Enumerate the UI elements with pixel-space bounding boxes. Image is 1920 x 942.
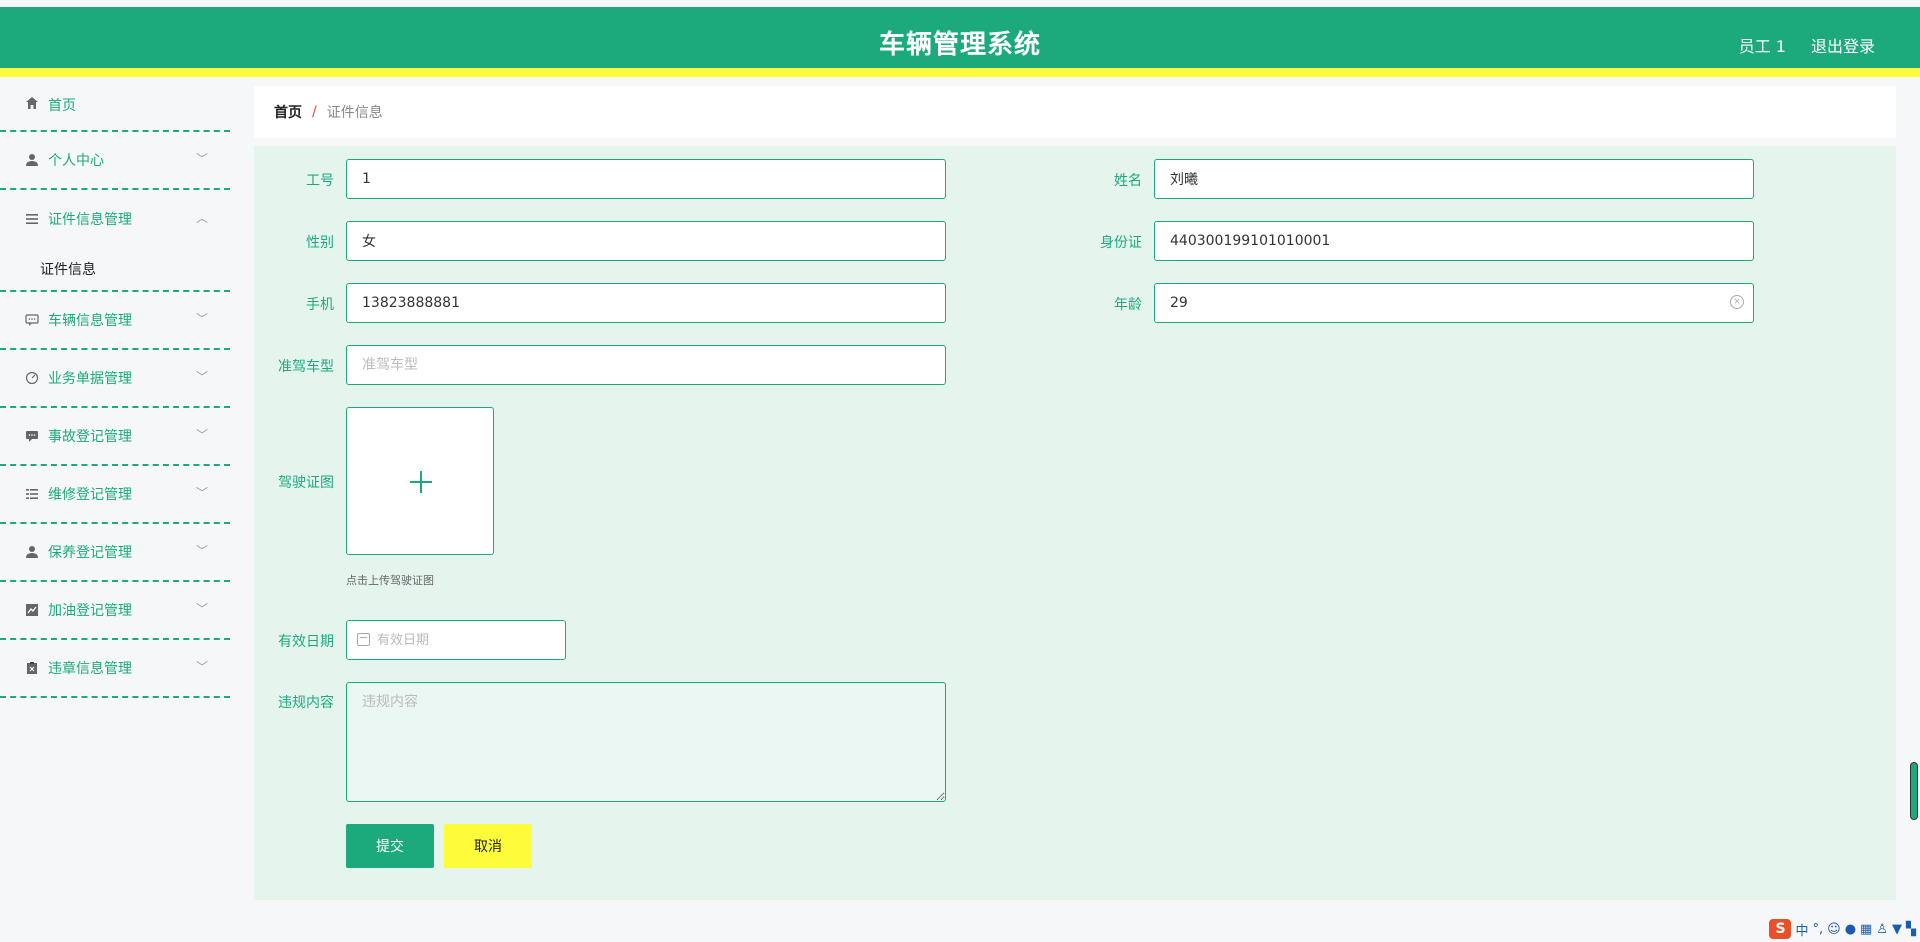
cancel-button[interactable]: 取消 bbox=[444, 824, 532, 868]
sidebar-item-business-docs[interactable]: 业务单据管理 ﹀ bbox=[0, 350, 230, 408]
top-header: 车辆管理系统 员工 1 退出登录 bbox=[0, 7, 1920, 77]
ime-punctuation-icon[interactable]: °, bbox=[1813, 922, 1824, 937]
calendar-icon bbox=[357, 633, 370, 646]
gender-field[interactable] bbox=[346, 221, 946, 261]
valid-date-input[interactable] bbox=[377, 621, 557, 659]
ime-skin-icon[interactable]: ▼ bbox=[1892, 922, 1902, 937]
logout-link[interactable]: 退出登录 bbox=[1811, 33, 1875, 57]
sidebar-item-vehicle-management[interactable]: 车辆信息管理 ﹀ bbox=[0, 292, 230, 350]
gender-label: 性别 bbox=[306, 235, 334, 251]
license-image-upload[interactable] bbox=[346, 407, 494, 555]
phone-field[interactable] bbox=[346, 283, 946, 323]
submit-button[interactable]: 提交 bbox=[346, 824, 434, 868]
sidebar-item-violation-info[interactable]: 违章信息管理 ﹀ bbox=[0, 640, 230, 698]
page-scrollbar[interactable] bbox=[1910, 762, 1918, 820]
chevron-down-icon: ﹀ bbox=[195, 543, 208, 558]
sidebar-item-label: 维修登记管理 bbox=[48, 487, 132, 503]
sidebar-item-maintenance-registration[interactable]: 保养登记管理 ﹀ bbox=[0, 524, 230, 582]
employee-id-label: 工号 bbox=[306, 173, 334, 189]
form-panel: 工号 姓名 性别 身份证 手机 年龄 × 准驾车型 驾驶证图 点击上传驾驶证图 … bbox=[254, 146, 1896, 900]
menu-icon bbox=[24, 211, 40, 227]
sidebar-item-label: 首页 bbox=[48, 98, 76, 114]
age-field-wrapper: × bbox=[1154, 283, 1754, 323]
sidebar-item-label: 个人中心 bbox=[48, 153, 104, 169]
sidebar-item-home[interactable]: 首页 bbox=[0, 86, 230, 132]
sidebar-item-license-management[interactable]: 证件信息管理 ︿ bbox=[0, 190, 230, 248]
ime-grid-icon[interactable]: ▚ bbox=[1906, 922, 1916, 937]
breadcrumb: 首页 / 证件信息 bbox=[254, 86, 1896, 138]
sidebar-item-label: 加油登记管理 bbox=[48, 603, 132, 619]
license-class-field[interactable] bbox=[346, 345, 946, 385]
sidebar-item-label: 保养登记管理 bbox=[48, 545, 132, 561]
breadcrumb-separator: / bbox=[312, 104, 317, 120]
chevron-down-icon: ﹀ bbox=[195, 659, 208, 674]
name-field[interactable] bbox=[1154, 159, 1754, 199]
user-icon bbox=[24, 152, 40, 168]
valid-date-picker[interactable] bbox=[346, 620, 566, 660]
violation-textarea[interactable] bbox=[346, 682, 946, 802]
user-icon bbox=[24, 544, 40, 560]
ime-chinese-icon[interactable]: 中 bbox=[1795, 920, 1808, 939]
sidebar-group-license: 证件信息管理 ︿ 证件信息 bbox=[0, 190, 230, 292]
id-card-field[interactable] bbox=[1154, 221, 1754, 261]
age-field[interactable] bbox=[1154, 283, 1754, 323]
license-class-label: 准驾车型 bbox=[278, 359, 334, 375]
sidebar-item-repair-registration[interactable]: 维修登记管理 ﹀ bbox=[0, 466, 230, 524]
chevron-down-icon: ﹀ bbox=[195, 485, 208, 500]
ime-user-icon[interactable]: ♙ bbox=[1876, 922, 1888, 937]
sidebar-item-label: 证件信息管理 bbox=[48, 212, 132, 228]
ime-emoji-icon[interactable]: ☺ bbox=[1827, 922, 1841, 937]
sidebar-item-label: 违章信息管理 bbox=[48, 661, 132, 677]
chevron-down-icon: ﹀ bbox=[195, 427, 208, 442]
ime-logo-icon: S bbox=[1769, 919, 1792, 939]
chevron-down-icon: ﹀ bbox=[195, 369, 208, 384]
breadcrumb-home[interactable]: 首页 bbox=[274, 102, 302, 122]
sidebar-subitem-license-info[interactable]: 证件信息 bbox=[0, 248, 230, 290]
sidebar-item-label: 业务单据管理 bbox=[48, 371, 132, 387]
id-card-label: 身份证 bbox=[1100, 235, 1142, 251]
clipboard-icon bbox=[24, 660, 40, 676]
sidebar-item-refuel-registration[interactable]: 加油登记管理 ﹀ bbox=[0, 582, 230, 640]
employee-id-field[interactable] bbox=[346, 159, 946, 199]
ime-keyboard-icon[interactable]: ▦ bbox=[1860, 922, 1872, 937]
license-image-label: 驾驶证图 bbox=[278, 475, 334, 491]
ime-mic-icon[interactable]: ● bbox=[1845, 922, 1856, 937]
breadcrumb-current: 证件信息 bbox=[326, 105, 383, 121]
current-user: 员工 1 bbox=[1738, 37, 1786, 56]
app-title: 车辆管理系统 bbox=[878, 30, 1041, 60]
plus-icon-vertical bbox=[420, 471, 422, 493]
sidebar-item-accident-registration[interactable]: 事故登记管理 ﹀ bbox=[0, 408, 230, 466]
chevron-down-icon: ﹀ bbox=[195, 311, 208, 326]
sidebar-item-label: 事故登记管理 bbox=[48, 429, 132, 445]
age-label: 年龄 bbox=[1114, 297, 1142, 313]
chevron-down-icon: ﹀ bbox=[195, 151, 208, 166]
upload-hint: 点击上传驾驶证图 bbox=[346, 574, 434, 587]
sidebar-item-label: 车辆信息管理 bbox=[48, 313, 132, 329]
chevron-up-icon: ︿ bbox=[195, 210, 208, 225]
chat-icon bbox=[24, 312, 40, 328]
message-icon bbox=[24, 428, 40, 444]
sidebar: 首页 个人中心 ﹀ 证件信息管理 ︿ 证件信息 车辆信息管理 ﹀ 业务单据管理 … bbox=[0, 86, 230, 942]
chart-icon bbox=[24, 602, 40, 618]
ime-toolbar: S 中 °, ☺ ● ▦ ♙ ▼ ▚ bbox=[1769, 918, 1916, 940]
violation-label: 违规内容 bbox=[278, 695, 334, 711]
valid-date-label: 有效日期 bbox=[278, 634, 334, 650]
name-label: 姓名 bbox=[1114, 173, 1142, 189]
home-icon bbox=[24, 95, 40, 111]
clear-icon[interactable]: × bbox=[1730, 295, 1744, 309]
phone-label: 手机 bbox=[306, 297, 334, 313]
gauge-icon bbox=[24, 370, 40, 386]
chevron-down-icon: ﹀ bbox=[195, 601, 208, 616]
list-icon bbox=[24, 486, 40, 502]
sidebar-item-personal-center[interactable]: 个人中心 ﹀ bbox=[0, 132, 230, 190]
